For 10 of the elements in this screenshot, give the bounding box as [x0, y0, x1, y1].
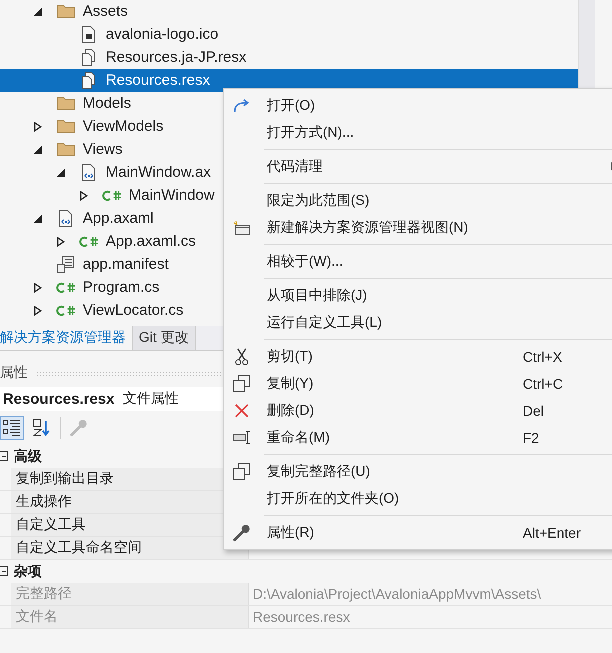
- property-value: Resources.resx: [253, 609, 350, 625]
- property-name: 完整路径: [11, 583, 249, 605]
- property-name: 自定义工具命名空间: [11, 537, 249, 559]
- object-type: 文件属性: [122, 390, 179, 408]
- property-name: 文件名: [11, 606, 249, 628]
- property-value: D:\Avalonia\Project\AvaloniaAppMvvm\Assets\: [253, 586, 542, 602]
- category-label: 高级: [14, 448, 42, 466]
- object-name: Resources.resx: [3, 390, 115, 408]
- category-label: 杂项: [14, 562, 42, 580]
- panel-title: 属性: [0, 364, 28, 382]
